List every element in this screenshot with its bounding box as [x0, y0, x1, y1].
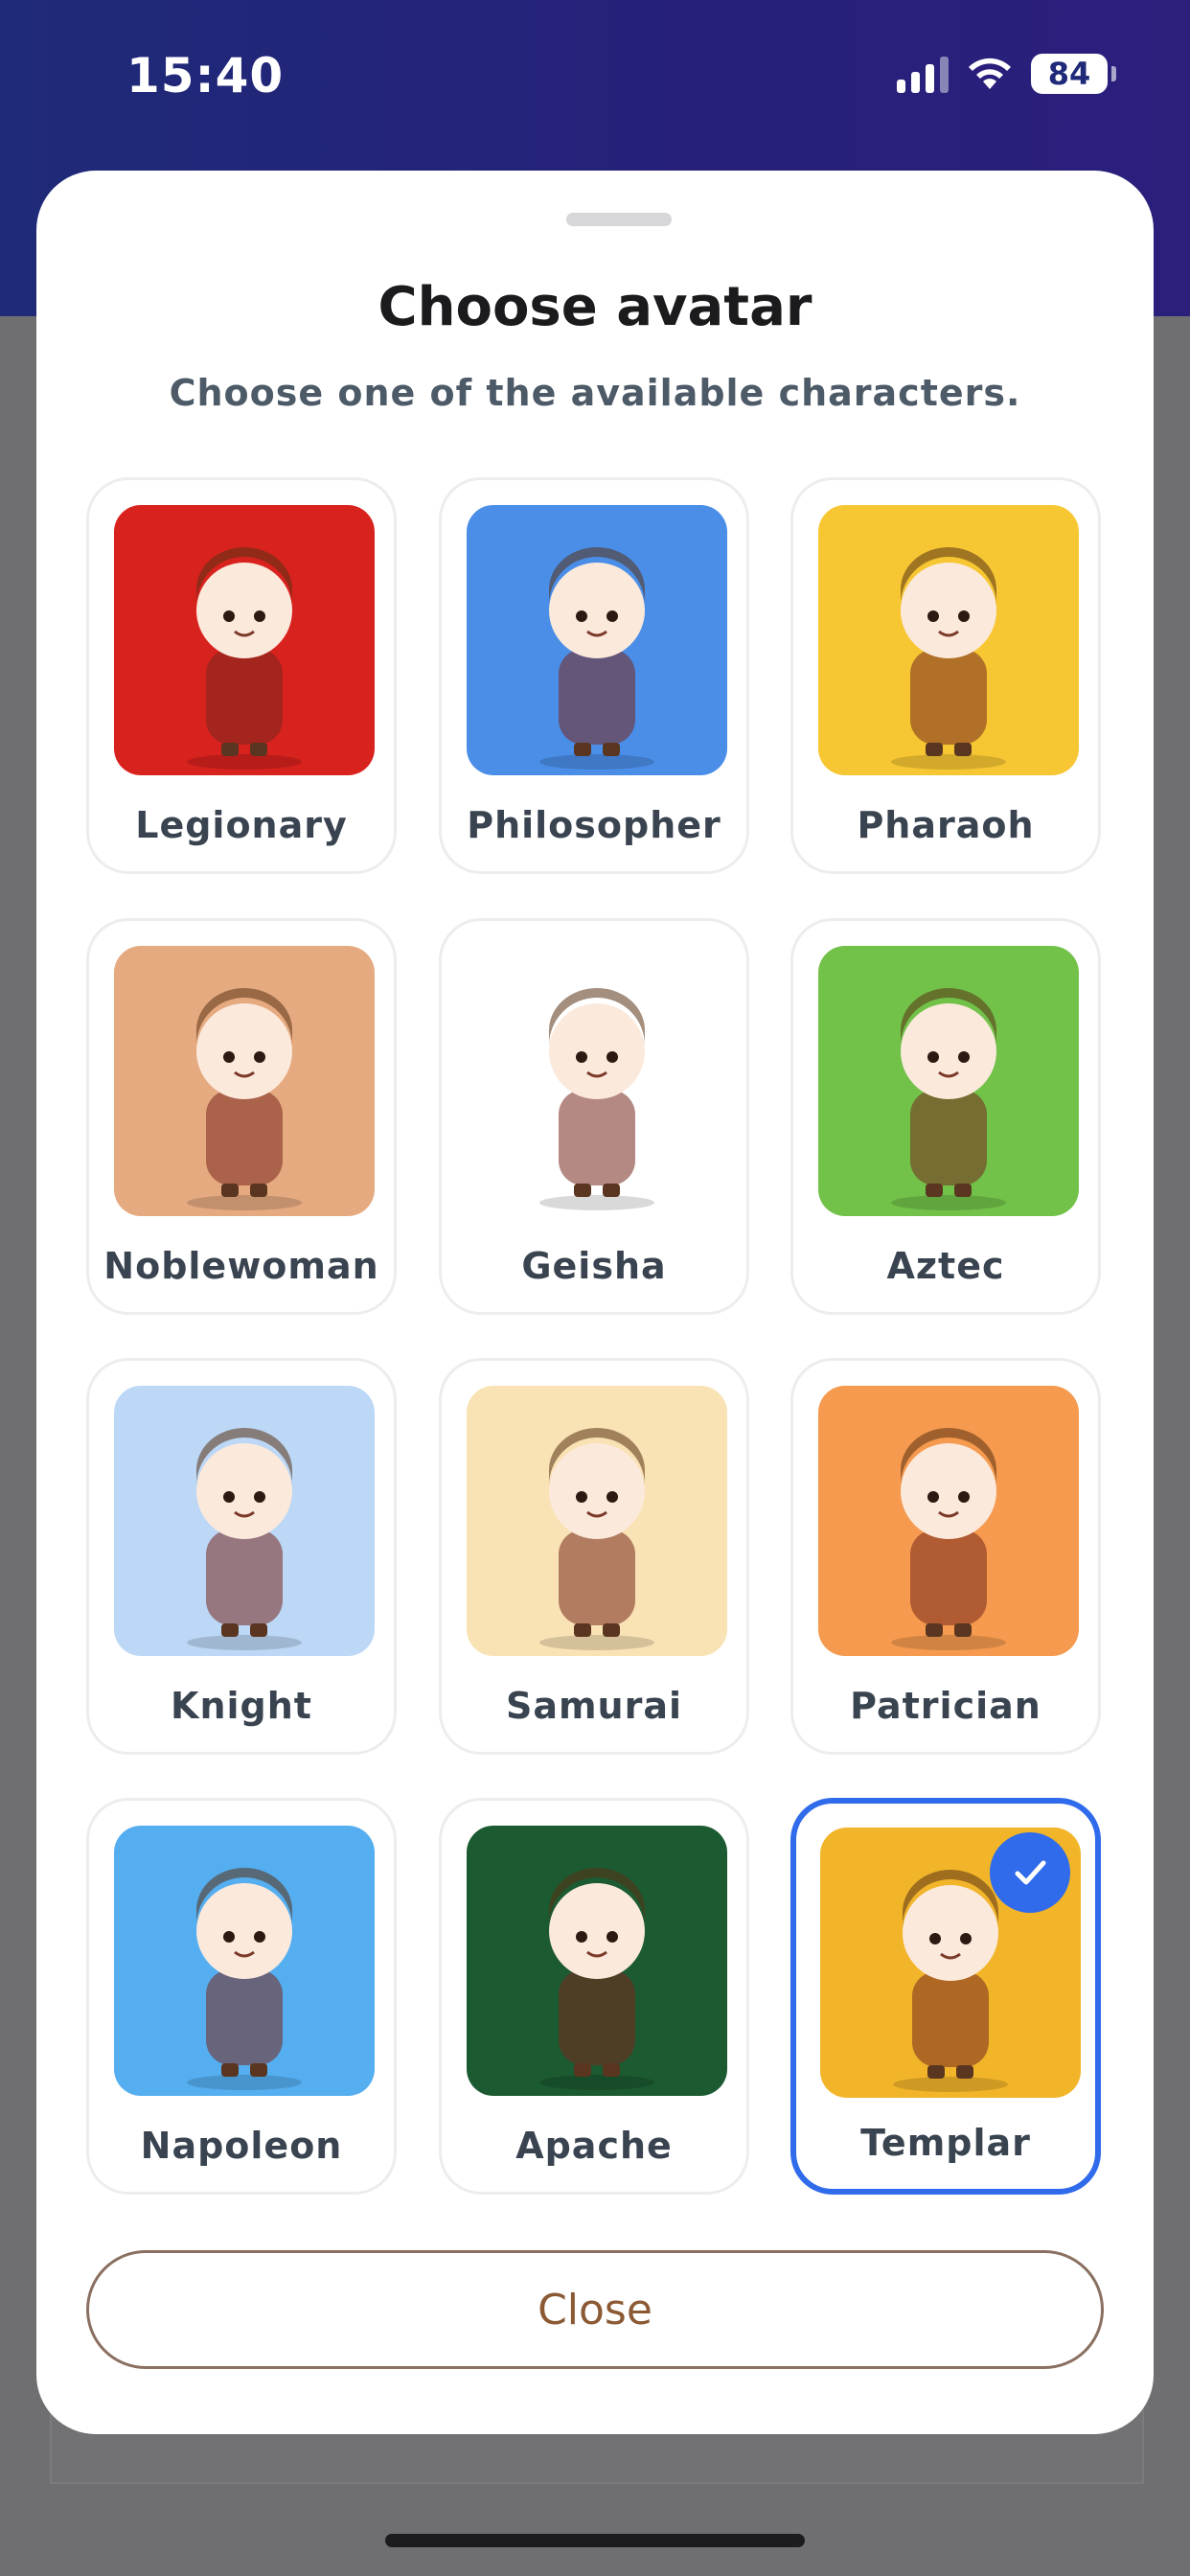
checkmark-icon — [990, 1832, 1070, 1913]
avatar-image-philosopher — [467, 505, 727, 775]
avatar-tile-geisha[interactable]: Geisha — [439, 918, 749, 1315]
close-button[interactable]: Close — [86, 2250, 1104, 2369]
avatar-label: Knight — [171, 1685, 312, 1727]
avatar-label: Philosopher — [467, 804, 721, 846]
home-indicator — [385, 2534, 805, 2547]
avatar-tile-napoleon[interactable]: Napoleon — [86, 1798, 397, 2195]
status-icons: 84 — [897, 54, 1116, 94]
avatar-label: Noblewoman — [103, 1245, 379, 1287]
avatar-label: Samurai — [505, 1685, 683, 1727]
avatar-image-patrician — [818, 1386, 1079, 1656]
avatar-label: Templar — [860, 2122, 1031, 2164]
avatar-tile-pharaoh[interactable]: Pharaoh — [790, 477, 1101, 874]
avatar-image-legionary — [114, 505, 375, 775]
avatar-image-napoleon — [114, 1826, 375, 2096]
avatar-label: Patrician — [850, 1685, 1041, 1727]
avatar-label: Aztec — [886, 1245, 1005, 1287]
battery-icon: 84 — [1031, 54, 1116, 94]
avatar-tile-samurai[interactable]: Samurai — [439, 1358, 749, 1755]
avatar-image-geisha — [467, 946, 727, 1216]
avatar-tile-apache[interactable]: Apache — [439, 1798, 749, 2195]
avatar-label: Geisha — [521, 1245, 667, 1287]
avatar-grid: Legionary Philosopher Pharaoh Noblewoman Gei… — [86, 477, 1104, 2202]
avatar-label: Legionary — [135, 804, 348, 846]
avatar-label: Apache — [515, 2125, 673, 2167]
battery-level: 84 — [1047, 56, 1091, 92]
avatar-tile-knight[interactable]: Knight — [86, 1358, 397, 1755]
avatar-label: Napoleon — [140, 2125, 343, 2167]
avatar-tile-aztec[interactable]: Aztec — [790, 918, 1101, 1315]
avatar-tile-noblewoman[interactable]: Noblewoman — [86, 918, 397, 1315]
avatar-image-pharaoh — [818, 505, 1079, 775]
avatar-image-samurai — [467, 1386, 727, 1656]
avatar-tile-legionary[interactable]: Legionary — [86, 477, 397, 874]
status-time: 15:40 — [126, 48, 285, 104]
sheet-subtitle: Choose one of the available characters. — [169, 372, 1021, 414]
wifi-icon — [969, 58, 1011, 89]
avatar-image-noblewoman — [114, 946, 375, 1216]
avatar-image-aztec — [818, 946, 1079, 1216]
avatar-image-knight — [114, 1386, 375, 1656]
avatar-image-apache — [467, 1826, 727, 2096]
sheet-title: Choose avatar — [378, 276, 812, 338]
avatar-picker-sheet: Choose avatar Choose one of the availabl… — [36, 171, 1154, 2434]
avatar-label: Pharaoh — [857, 804, 1035, 846]
avatar-tile-templar[interactable]: Templar — [790, 1798, 1101, 2195]
avatar-tile-patrician[interactable]: Patrician — [790, 1358, 1101, 1755]
avatar-tile-philosopher[interactable]: Philosopher — [439, 477, 749, 874]
sheet-grabber[interactable] — [566, 213, 672, 226]
cellular-signal-icon — [897, 55, 949, 93]
